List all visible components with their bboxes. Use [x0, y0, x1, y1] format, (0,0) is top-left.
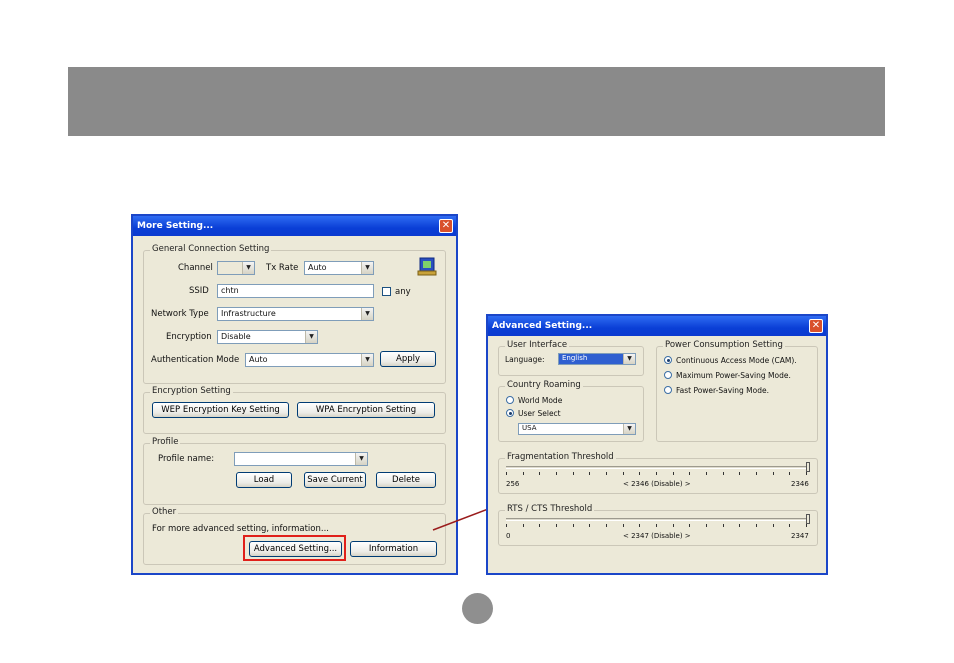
slider-tick	[756, 524, 757, 527]
slider-tick	[789, 472, 790, 475]
slider-tick	[739, 524, 740, 527]
rts-cts-group: RTS / CTS Threshold	[498, 504, 818, 546]
slider-tick	[789, 524, 790, 527]
power-consumption-title: Power Consumption Setting	[663, 340, 785, 350]
fragmentation-group: Fragmentation Threshold	[498, 452, 818, 494]
rts-cts-max: 2347	[791, 532, 809, 540]
slider-tick	[523, 472, 524, 475]
slider-tick	[506, 524, 507, 527]
world-mode-label: World Mode	[518, 396, 563, 405]
country-roaming-title: Country Roaming	[505, 380, 583, 390]
rts-cts-slider[interactable]	[506, 518, 810, 521]
slider-tick	[656, 472, 657, 475]
slider-tick	[539, 524, 540, 527]
slider-tick	[656, 524, 657, 527]
slider-tick	[589, 472, 590, 475]
rts-cts-min: 0	[506, 532, 511, 540]
slider-tick	[623, 472, 624, 475]
fragmentation-min: 256	[506, 480, 520, 488]
advanced-setting-titlebar[interactable]: Advanced Setting... ✕	[488, 316, 826, 336]
advanced-setting-title: Advanced Setting...	[492, 321, 593, 331]
advanced-setting-window: Advanced Setting... ✕ User Interface Lan…	[486, 314, 828, 575]
slider-tick	[639, 524, 640, 527]
rts-cts-value: < 2347 (Disable) >	[623, 532, 691, 540]
slider-tick	[773, 524, 774, 527]
user-select-label: User Select	[518, 409, 561, 418]
slider-tick	[539, 472, 540, 475]
slider-tick	[639, 472, 640, 475]
slider-tick	[689, 524, 690, 527]
slider-tick	[806, 524, 807, 527]
fragmentation-slider-thumb[interactable]	[806, 462, 810, 472]
country-select[interactable]: USA ▼	[518, 423, 636, 435]
slider-tick	[523, 524, 524, 527]
fragmentation-max: 2346	[791, 480, 809, 488]
slider-tick	[623, 524, 624, 527]
slider-tick	[556, 472, 557, 475]
slider-tick	[756, 472, 757, 475]
fragmentation-title: Fragmentation Threshold	[505, 452, 616, 462]
slider-tick	[589, 524, 590, 527]
slider-tick	[573, 472, 574, 475]
page-number-dot	[462, 593, 493, 624]
slider-tick	[556, 524, 557, 527]
slider-tick	[606, 472, 607, 475]
user-select-radio[interactable]	[506, 409, 514, 417]
slider-tick	[739, 472, 740, 475]
slider-tick	[806, 472, 807, 475]
slider-tick	[573, 524, 574, 527]
user-interface-title: User Interface	[505, 340, 570, 350]
close-icon[interactable]: ✕	[809, 319, 823, 333]
slider-tick	[606, 524, 607, 527]
slider-tick	[723, 472, 724, 475]
rts-cts-slider-thumb[interactable]	[806, 514, 810, 524]
slider-tick	[673, 472, 674, 475]
fragmentation-slider[interactable]	[506, 466, 810, 469]
slider-tick	[506, 472, 507, 475]
world-mode-radio[interactable]	[506, 396, 514, 404]
slider-tick	[689, 472, 690, 475]
max-power-saving-label: Maximum Power-Saving Mode.	[676, 371, 791, 380]
slider-tick	[706, 472, 707, 475]
fast-power-saving-radio[interactable]	[664, 386, 672, 394]
language-select[interactable]: English ▼	[558, 353, 636, 365]
cam-label: Continuous Access Mode (CAM).	[676, 356, 797, 365]
fast-power-saving-label: Fast Power-Saving Mode.	[676, 386, 769, 395]
cam-radio[interactable]	[664, 356, 672, 364]
rts-cts-title: RTS / CTS Threshold	[505, 504, 595, 514]
fragmentation-value: < 2346 (Disable) >	[623, 480, 691, 488]
slider-tick	[773, 472, 774, 475]
slider-tick	[706, 524, 707, 527]
slider-tick	[723, 524, 724, 527]
max-power-saving-radio[interactable]	[664, 371, 672, 379]
chevron-down-icon: ▼	[623, 354, 635, 364]
language-label: Language:	[505, 355, 545, 364]
chevron-down-icon: ▼	[623, 424, 635, 434]
slider-tick	[673, 524, 674, 527]
